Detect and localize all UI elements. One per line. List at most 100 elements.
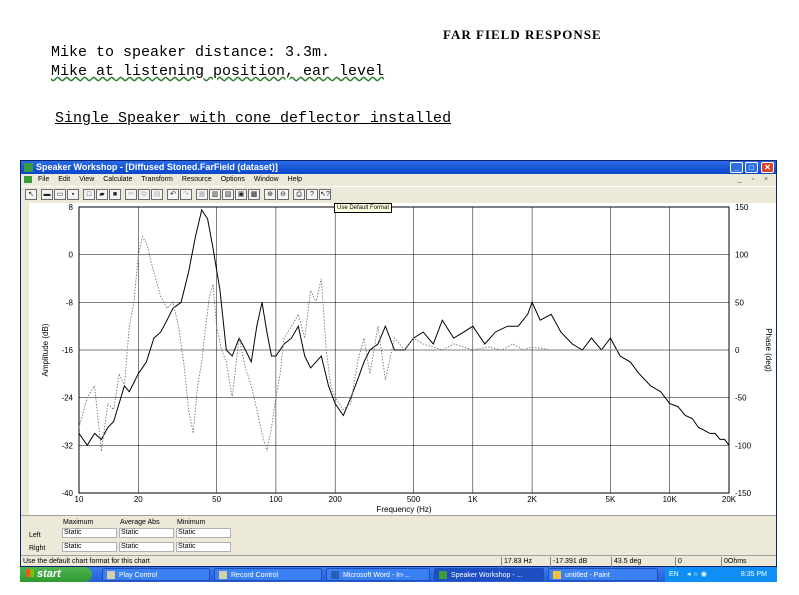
chart-format-icon[interactable]: ▥ bbox=[209, 189, 221, 200]
y-tick-label: 8 bbox=[69, 203, 74, 212]
new-icon[interactable]: □ bbox=[83, 189, 95, 200]
status-value: 0 bbox=[675, 557, 682, 567]
stats-panel: Maximum Average Abs Minimum Left Static … bbox=[21, 515, 776, 556]
x-tick-label: 20K bbox=[722, 495, 737, 504]
open-icon[interactable]: ▰ bbox=[96, 189, 108, 200]
status-impedance: 0Ohms bbox=[721, 557, 747, 567]
window-titlebar[interactable]: Speaker Workshop - [Diffused Stoned.FarF… bbox=[21, 161, 776, 174]
view-network-icon[interactable]: ▭ bbox=[54, 189, 66, 200]
chart-gutter bbox=[21, 203, 29, 515]
speaker-icon bbox=[107, 571, 115, 579]
menu-help[interactable]: Help bbox=[288, 176, 302, 183]
stats-right-min: Static bbox=[176, 542, 231, 552]
save-icon[interactable]: ■ bbox=[109, 189, 121, 200]
x-tick-label: 200 bbox=[329, 495, 343, 504]
x-tick-label: 10 bbox=[75, 495, 84, 504]
speaker-icon bbox=[219, 571, 227, 579]
x-tick-label: 100 bbox=[269, 495, 283, 504]
view-driver-icon[interactable]: ▬ bbox=[41, 189, 53, 200]
y-tick-label: 0 bbox=[69, 251, 74, 260]
y2-tick-label: -150 bbox=[735, 489, 752, 498]
stats-row-label-right: Right bbox=[29, 545, 46, 552]
tooltip: Use Default Format bbox=[334, 203, 393, 213]
status-phase: 43.5 deg bbox=[611, 557, 641, 567]
stats-header-average: Average Abs bbox=[120, 519, 160, 526]
doc-line-distance: Mike to speaker distance: 3.3m. bbox=[51, 44, 331, 61]
stats-header-minimum: Minimum bbox=[177, 519, 206, 526]
doc-icon bbox=[24, 175, 32, 183]
status-amplitude: -17.391 dB bbox=[550, 557, 587, 567]
doc-line-position: Mike at listening position, ear level bbox=[51, 63, 385, 80]
default-format-icon[interactable]: ▩ bbox=[248, 189, 260, 200]
maximize-icon[interactable]: □ bbox=[745, 162, 758, 173]
menu-calculate[interactable]: Calculate bbox=[103, 176, 132, 183]
window-title: Speaker Workshop - [Diffused Stoned.FarF… bbox=[36, 162, 278, 172]
stats-left-max: Static bbox=[62, 528, 117, 538]
document-title: FAR FIELD RESPONSE bbox=[443, 27, 602, 42]
menu-transform[interactable]: Transform bbox=[141, 176, 173, 183]
menu-view[interactable]: View bbox=[79, 176, 94, 183]
task-word[interactable]: Microsoft Word - In-... bbox=[326, 568, 430, 581]
help-icon[interactable]: ? bbox=[306, 189, 318, 200]
toolbar: ↖ ▬ ▭ ▪ □ ▰ ■ ✂ ⧉ ▤ ↶ ↷ ▦ ▥ ▧ ▣ ▩ ⊕ ⊖ ⎙ … bbox=[21, 186, 776, 204]
stats-row-label-left: Left bbox=[29, 532, 41, 539]
x-tick-label: 10K bbox=[663, 495, 678, 504]
task-speaker-workshop[interactable]: Speaker Workshop - ... bbox=[434, 568, 544, 581]
x-axis-title: Frequency (Hz) bbox=[376, 505, 431, 514]
language-indicator[interactable]: EN bbox=[669, 567, 679, 582]
frequency-response-chart[interactable]: 8 150 0 100 -8 50 -16 0 -24 -50 -32 -100 -40 -150 10 20… bbox=[21, 203, 776, 515]
x-tick-label: 500 bbox=[407, 495, 421, 504]
task-paint[interactable]: untitled - Paint bbox=[548, 568, 658, 581]
print-icon[interactable]: ⎙ bbox=[293, 189, 305, 200]
properties-icon[interactable]: ▦ bbox=[196, 189, 208, 200]
paste-icon[interactable]: ▤ bbox=[151, 189, 163, 200]
undo-icon[interactable]: ↶ bbox=[167, 189, 179, 200]
chart-area[interactable]: 8 150 0 100 -8 50 -16 0 -24 -50 -32 -100 -40 -150 10 20… bbox=[21, 203, 776, 515]
redo-icon[interactable]: ↷ bbox=[180, 189, 192, 200]
y2-tick-label: 50 bbox=[735, 298, 744, 307]
stats-right-avg: Static bbox=[119, 542, 174, 552]
menu-options[interactable]: Options bbox=[221, 176, 245, 183]
menu-file[interactable]: File bbox=[38, 176, 49, 183]
stats-left-min: Static bbox=[176, 528, 231, 538]
stats-right-max: Static bbox=[62, 542, 117, 552]
x-tick-label: 50 bbox=[212, 495, 221, 504]
zoom-in-icon[interactable]: ⊕ bbox=[264, 189, 276, 200]
task-play-control[interactable]: Play Control bbox=[102, 568, 210, 581]
doc-line-speaker: Single Speaker with cone deflector insta… bbox=[55, 110, 452, 127]
status-frequency: 17.83 Hz bbox=[501, 557, 532, 567]
y-tick-label: -16 bbox=[61, 346, 73, 355]
y2-tick-label: 0 bbox=[735, 346, 740, 355]
x-tick-label: 5K bbox=[606, 495, 616, 504]
start-button[interactable]: start bbox=[20, 567, 92, 582]
y-tick-label: -40 bbox=[61, 489, 73, 498]
menu-window[interactable]: Window bbox=[254, 176, 279, 183]
clock: 8:35 PM bbox=[740, 571, 767, 578]
x-tick-label: 2K bbox=[527, 495, 537, 504]
pointer-icon[interactable]: ↖ bbox=[25, 189, 37, 200]
task-record-control[interactable]: Record Control bbox=[214, 568, 322, 581]
copy-icon[interactable]: ⧉ bbox=[138, 189, 150, 200]
menu-resource[interactable]: Resource bbox=[182, 176, 212, 183]
zoom-out-icon[interactable]: ⊖ bbox=[277, 189, 289, 200]
word-icon bbox=[331, 571, 339, 579]
mdi-controls[interactable]: _ ▫ × bbox=[738, 174, 772, 185]
y-axis-title: Amplitude (dB) bbox=[41, 323, 50, 376]
close-icon[interactable]: ✕ bbox=[761, 162, 774, 173]
y2-tick-label: 150 bbox=[735, 203, 749, 212]
system-tray: EN ◂ ☼ ◉ 8:35 PM bbox=[665, 567, 777, 582]
tray-icons[interactable]: ◂ ☼ ◉ bbox=[687, 567, 707, 582]
app-icon bbox=[24, 163, 33, 172]
chart-copy-icon[interactable]: ▣ bbox=[235, 189, 247, 200]
cut-icon[interactable]: ✂ bbox=[125, 189, 137, 200]
minimize-icon[interactable]: _ bbox=[730, 162, 743, 173]
x-tick-label: 1K bbox=[468, 495, 478, 504]
paint-icon bbox=[553, 571, 561, 579]
menu-edit[interactable]: Edit bbox=[58, 176, 70, 183]
x-tick-label: 20 bbox=[134, 495, 143, 504]
windows-flag-icon bbox=[26, 569, 34, 577]
menu-bar: File Edit View Calculate Transform Resou… bbox=[21, 174, 776, 185]
context-help-icon[interactable]: ↖? bbox=[319, 189, 331, 200]
view-box-icon[interactable]: ▪ bbox=[67, 189, 79, 200]
chart-grid-icon[interactable]: ▧ bbox=[222, 189, 234, 200]
